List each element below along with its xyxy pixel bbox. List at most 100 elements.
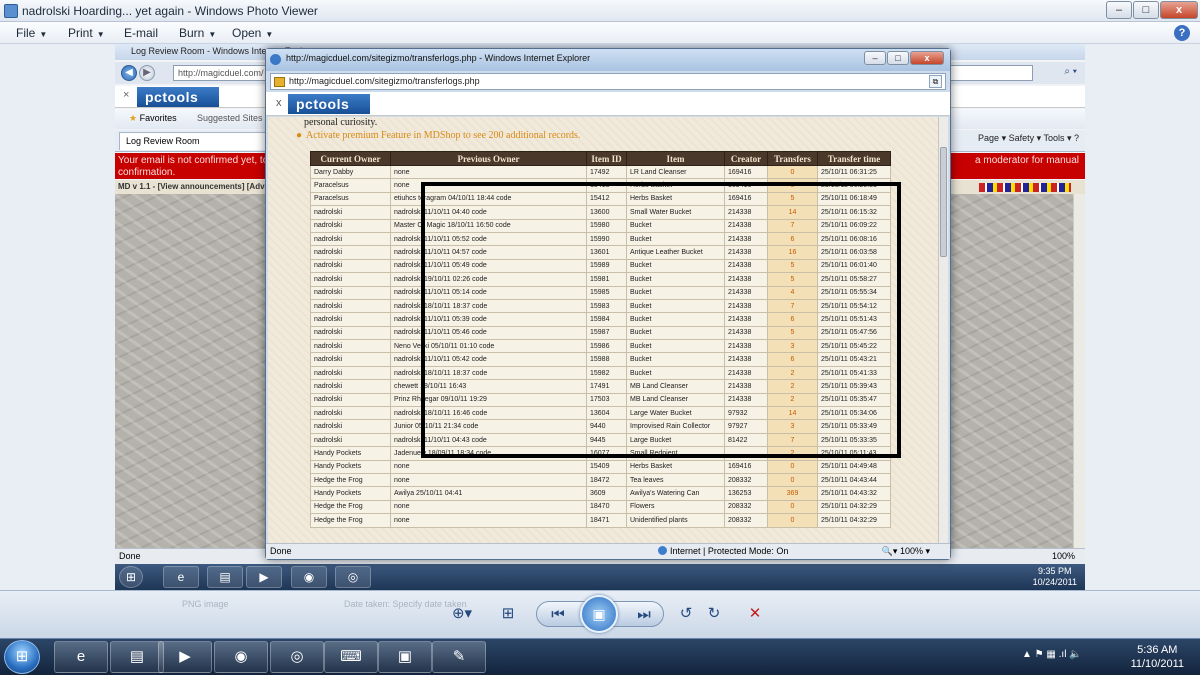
minimize-button[interactable]: – bbox=[1106, 1, 1132, 19]
table-cell: nadrolski bbox=[310, 406, 391, 421]
captured-chrome-icon: ◎ bbox=[335, 566, 371, 588]
table-row: Darry Dabby none 17492 LR Land Cleanser 1694… bbox=[310, 164, 891, 180]
table-cell: nadrolski bbox=[310, 258, 391, 274]
menu-email[interactable]: E-mail bbox=[124, 26, 162, 40]
page-icon bbox=[274, 77, 285, 87]
table-cell: 208332 bbox=[724, 513, 768, 528]
taskbar-clock[interactable]: 5:36 AM 11/10/2011 bbox=[1131, 643, 1184, 671]
rotate-right-button[interactable]: ↻ bbox=[702, 602, 726, 626]
file-type-label: PNG image bbox=[182, 599, 229, 609]
captured-taskbar: ⊞ e ▤ ▶ ◉ ◎ 9:35 PM 10/24/2011 bbox=[115, 564, 1085, 590]
table-cell: 25/10/11 04:32:29 bbox=[817, 499, 891, 515]
table-cell: Handy Pockets bbox=[310, 486, 391, 501]
table-cell: 25/10/11 04:43:32 bbox=[817, 486, 891, 501]
table-cell: 17492 bbox=[586, 164, 627, 180]
captured-start-icon: ⊞ bbox=[119, 566, 143, 588]
close-icon: x bbox=[276, 97, 282, 109]
popup-title: http://magicduel.com/sitegizmo/transferl… bbox=[286, 53, 591, 63]
suggested-sites: Suggested Sites bbox=[197, 113, 263, 123]
table-cell: Awilya's Watering Can bbox=[626, 486, 725, 501]
table-cell: nadrolski bbox=[310, 231, 391, 247]
pctools-logo: pctools bbox=[137, 87, 219, 107]
viewer-title-bar: nadrolski Hoarding... yet again - Window… bbox=[0, 0, 1200, 22]
taskbar-firefox-icon[interactable]: ◉ bbox=[214, 641, 268, 673]
bg-scrollbar bbox=[1073, 194, 1085, 559]
bg-command-bar: Page ▾ Safety ▾ Tools ▾ ? bbox=[978, 133, 1079, 143]
viewer-title: nadrolski Hoarding... yet again - Window… bbox=[22, 4, 318, 18]
popup-close-icon: x bbox=[910, 51, 944, 65]
taskbar-keyboard-icon[interactable]: ⌨ bbox=[324, 641, 378, 673]
table-cell: nadrolski bbox=[310, 419, 391, 434]
table-cell: nadrolski bbox=[310, 352, 391, 367]
zoom-button[interactable]: ⊕▾ bbox=[446, 602, 478, 626]
table-cell: Hedge the Frog bbox=[310, 472, 391, 488]
photo-viewer-icon bbox=[4, 4, 18, 18]
popup-zoom-level: 🔍▾ 100% ▾ bbox=[881, 546, 930, 556]
popup-address: http://magicduel.com/sitegizmo/transferl… bbox=[289, 76, 480, 86]
table-row: Hedge the Frog none 18472 Tea leaves 208332 0… bbox=[310, 472, 891, 488]
table-cell: Handy Pockets bbox=[310, 459, 391, 474]
rotate-left-button[interactable]: ↺ bbox=[674, 602, 698, 626]
taskbar-chrome-icon[interactable]: ◎ bbox=[270, 641, 324, 673]
table-cell: Unidentified plants bbox=[626, 513, 725, 528]
table-cell: LR Land Cleanser bbox=[626, 164, 725, 180]
slideshow-button[interactable]: ▣ bbox=[580, 595, 618, 633]
bg-status-text: Done bbox=[119, 551, 141, 561]
viewer-menu-bar: File ▼ Print ▼ E-mail Burn ▼ Open ▼ ? bbox=[0, 22, 1200, 44]
menu-burn[interactable]: Burn ▼ bbox=[179, 26, 216, 40]
help-icon[interactable]: ? bbox=[1174, 25, 1190, 41]
actual-size-button[interactable]: ⊞ bbox=[496, 602, 520, 626]
table-cell: 15409 bbox=[586, 459, 627, 474]
menu-print[interactable]: Print ▼ bbox=[68, 26, 105, 40]
previous-button[interactable]: ⏮ bbox=[545, 602, 571, 626]
col-item-id: Item ID bbox=[586, 151, 627, 166]
table-cell: nadrolski bbox=[310, 432, 391, 448]
table-cell: nadrolski bbox=[310, 285, 391, 300]
table-cell: 0 bbox=[767, 164, 818, 180]
start-button[interactable]: ⊞ bbox=[4, 640, 40, 674]
banner-text-right: a moderator for manual bbox=[975, 155, 1079, 166]
viewer-toolbar: PNG image Date taken: Specify date taken… bbox=[0, 590, 1200, 638]
table-row: Handy Pockets none 15409 Herbs Basket 169416… bbox=[310, 459, 891, 474]
table-cell: 0 bbox=[767, 459, 818, 474]
delete-button[interactable]: ✕ bbox=[742, 602, 768, 626]
taskbar-ie-icon[interactable]: e bbox=[54, 641, 108, 673]
windows-taskbar: ⊞ e ▤ ▶ ◉ ◎ ⌨ ▣ ✎ ▲ ⚑ ▦ .ıl 🔈 5:36 AM 11/… bbox=[0, 638, 1200, 675]
taskbar-media-player-icon[interactable]: ▶ bbox=[158, 641, 212, 673]
table-cell: 3609 bbox=[586, 486, 627, 501]
system-tray[interactable]: ▲ ⚑ ▦ .ıl 🔈 bbox=[1022, 649, 1082, 660]
table-cell: Paracelsus bbox=[310, 178, 391, 193]
table-cell: nadrolski bbox=[310, 272, 391, 287]
popup-title-bar: http://magicduel.com/sitegizmo/transferl… bbox=[266, 49, 950, 71]
taskbar-paint-icon[interactable]: ✎ bbox=[432, 641, 486, 673]
table-cell: nadrolski bbox=[310, 392, 391, 408]
table-cell: 169416 bbox=[724, 459, 768, 474]
menu-open[interactable]: Open ▼ bbox=[232, 26, 273, 40]
popup-pctools-bar: x pctools bbox=[266, 92, 950, 116]
table-cell: Hedge the Frog bbox=[310, 513, 391, 528]
table-header-row: Current Owner Previous Owner Item ID Ite… bbox=[310, 151, 891, 166]
maximize-button[interactable]: □ bbox=[1133, 1, 1159, 19]
table-cell: Flowers bbox=[626, 499, 725, 515]
col-item: Item bbox=[626, 151, 725, 166]
captured-ie-icon: e bbox=[163, 566, 199, 588]
taskbar-photo-viewer-icon[interactable]: ▣ bbox=[378, 641, 432, 673]
table-cell: 25/10/11 06:31:25 bbox=[817, 164, 891, 180]
col-transfers: Transfers bbox=[767, 151, 818, 166]
close-icon: × bbox=[123, 89, 130, 101]
table-cell: 18470 bbox=[586, 499, 627, 515]
menu-file[interactable]: File ▼ bbox=[16, 26, 47, 40]
premium-promo: ● Activate premium Feature in MDShop to s… bbox=[296, 130, 581, 141]
next-button[interactable]: ⏭ bbox=[631, 602, 657, 626]
popup-status-bar: Done Internet | Protected Mode: On 🔍▾ 10… bbox=[266, 543, 950, 559]
table-cell: Hedge the Frog bbox=[310, 499, 391, 515]
captured-firefox-icon: ◉ bbox=[291, 566, 327, 588]
close-button[interactable]: x bbox=[1160, 1, 1198, 19]
table-cell: 18472 bbox=[586, 472, 627, 488]
table-cell: Handy Pockets bbox=[310, 446, 391, 461]
bg-zoom-level: 100% bbox=[1051, 551, 1075, 561]
table-cell: none bbox=[390, 472, 587, 488]
table-cell: none bbox=[390, 499, 587, 515]
taskbar-explorer-icon[interactable]: ▤ bbox=[110, 641, 164, 673]
table-cell: nadrolski bbox=[310, 365, 391, 381]
